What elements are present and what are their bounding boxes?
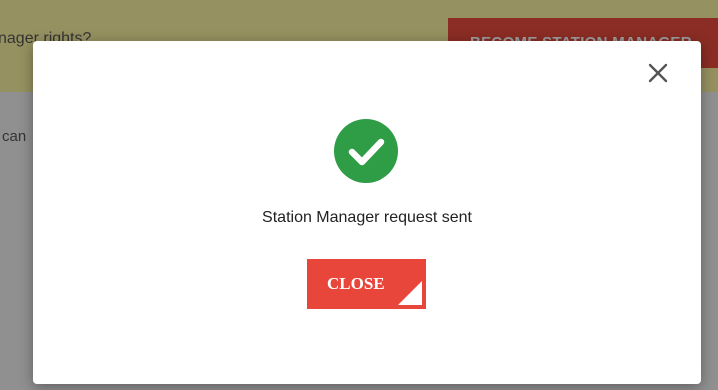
modal-message: Station Manager request sent <box>262 209 472 226</box>
close-icon[interactable] <box>647 62 669 84</box>
check-circle-icon <box>334 119 398 183</box>
close-button[interactable]: CLOSE <box>307 259 426 309</box>
corner-triangle-icon <box>398 281 422 305</box>
close-button-label: CLOSE <box>327 274 385 293</box>
confirmation-modal: Station Manager request sent CLOSE <box>33 41 701 384</box>
